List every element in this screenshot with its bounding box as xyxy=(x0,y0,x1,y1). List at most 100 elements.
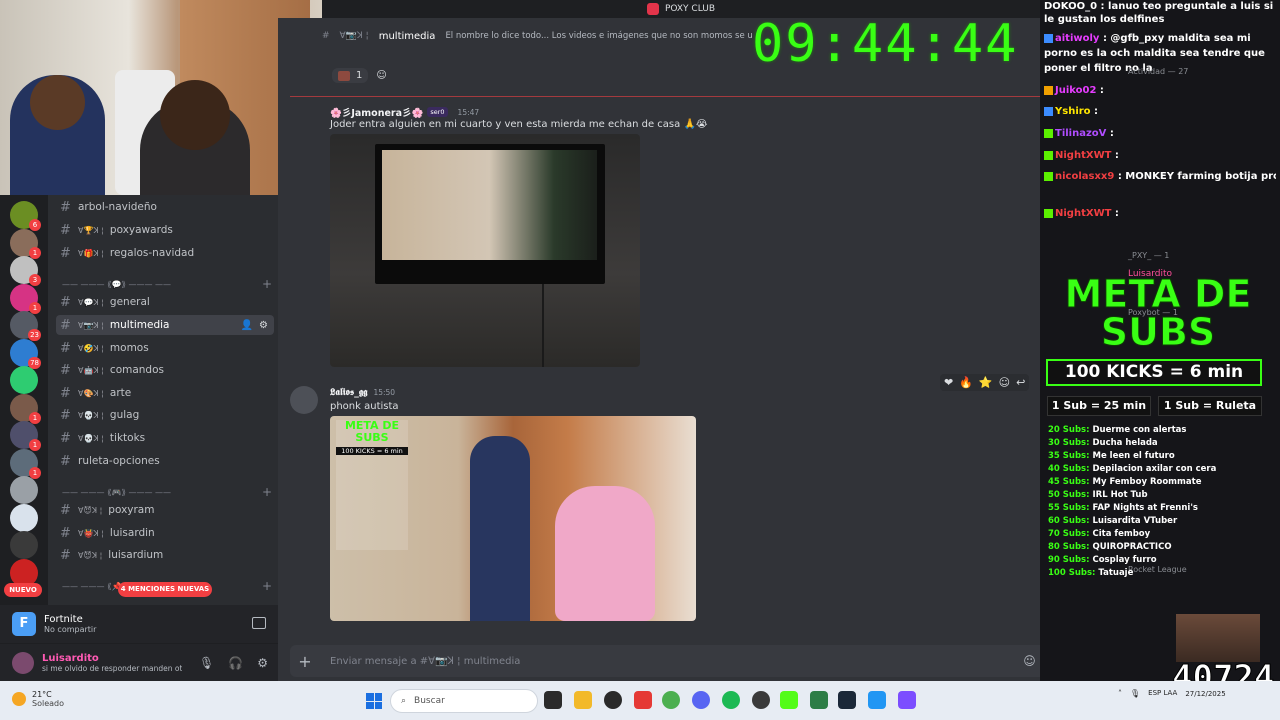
server-badge: 1 xyxy=(29,466,41,479)
server-icon[interactable] xyxy=(10,366,38,394)
app-icon[interactable] xyxy=(868,691,886,709)
date-label[interactable]: 27/12/2025 xyxy=(1185,690,1225,698)
kick-icon[interactable] xyxy=(780,691,798,709)
overlay-chat-user: nicolasxx9 xyxy=(1055,171,1115,182)
server-icon[interactable]: 1 xyxy=(10,228,41,259)
channel-topic[interactable]: El nombre lo dice todo... Los videos e i… xyxy=(445,31,752,41)
add-reaction-icon[interactable]: ☺ xyxy=(999,376,1010,389)
star-reaction-icon[interactable]: ⭐ xyxy=(979,376,993,389)
screen-share-icon[interactable] xyxy=(252,617,266,629)
reply-icon[interactable]: ↩ xyxy=(1016,376,1025,389)
server-icon[interactable]: 1 xyxy=(10,448,41,479)
avatar[interactable] xyxy=(290,386,318,414)
task-view-icon[interactable] xyxy=(544,691,562,709)
add-channel-icon[interactable]: + xyxy=(262,485,272,499)
channel-luisardium[interactable]: # ꓯ😈ꓘ ¦ luisardium xyxy=(56,545,274,565)
message-hover-toolbar: ❤ 🔥 ⭐ ☺ ↩ xyxy=(940,374,1030,391)
app-icon[interactable] xyxy=(604,691,622,709)
steam-icon[interactable] xyxy=(838,691,856,709)
hash-icon: # xyxy=(60,294,71,310)
server-icon[interactable]: 23 xyxy=(10,311,41,341)
fortnite-icon: F xyxy=(12,612,36,636)
avatar[interactable] xyxy=(12,651,34,674)
hash-icon: # xyxy=(60,502,71,518)
channel-multimedia[interactable]: # ꓯ📷ꓘ ¦ multimedia 👤 ⚙ xyxy=(56,315,274,335)
message-header: 🌸彡Jamonera彡🌸 ser0 15:47 xyxy=(330,105,479,119)
app-icon[interactable] xyxy=(634,691,652,709)
overlay-chat-line: NightXWT : xyxy=(1044,150,1276,161)
channel-arte[interactable]: # ꓯ🎨ꓘ ¦ arte xyxy=(56,383,274,403)
channel-comandos[interactable]: # ꓯ🤖ꓘ ¦ comandos xyxy=(56,360,274,380)
activity-panel: F Fortnite No compartir xyxy=(0,605,278,643)
sheets-icon[interactable] xyxy=(810,691,828,709)
message-image[interactable]: META DE SUBS 100 KICKS = 6 min xyxy=(330,416,696,621)
channel-gulag[interactable]: # ꓯ💀ꓘ ¦ gulag xyxy=(56,405,274,425)
fire-reaction-icon[interactable]: 🔥 xyxy=(959,376,973,389)
taskbar-search[interactable]: ⌕ Buscar xyxy=(390,689,538,713)
server-icon[interactable]: 3 xyxy=(10,256,41,286)
category-header[interactable]: —— ——— ⟪🎮⟫ ——— —— + xyxy=(62,485,272,499)
message-image[interactable] xyxy=(330,134,640,367)
server-icon[interactable]: 78 xyxy=(10,338,41,369)
add-channel-icon[interactable]: + xyxy=(262,277,272,291)
reaction-pill[interactable]: 1 xyxy=(332,68,369,83)
channel-poxyawards[interactable]: # ꓯ🏆ꓘ ¦ poxyawards xyxy=(56,220,274,240)
webcam-person-left-head xyxy=(30,75,85,130)
category-header[interactable]: —— ——— ⟪💬⟫ ——— —— + xyxy=(62,277,272,291)
overlay-chat-text: : xyxy=(1109,128,1114,139)
file-explorer-icon[interactable] xyxy=(574,691,592,709)
discord-icon[interactable] xyxy=(692,691,710,709)
channel-prefix: ꓯ🏆ꓘ ¦ xyxy=(78,225,104,235)
chevron-up-icon[interactable]: ˄ xyxy=(1118,689,1122,698)
new-mentions-pill[interactable]: 4 MENCIONES NUEVAS xyxy=(118,582,212,597)
message-text: Joder entra alguien en mi cuarto y ven e… xyxy=(330,119,708,130)
message-author[interactable]: 🌸彡Jamonera彡🌸 xyxy=(330,105,423,119)
server-icon[interactable] xyxy=(10,531,38,559)
obs-icon[interactable] xyxy=(752,691,770,709)
invite-icon[interactable]: 👤 xyxy=(241,320,253,331)
heart-reaction-icon[interactable]: ❤ xyxy=(944,376,953,389)
message-author[interactable]: 𝕷𝖆𝖑𝖎𝖔𝖘_𝖌𝖌 xyxy=(330,387,367,398)
microphone-icon[interactable]: 🎙 xyxy=(1130,689,1140,698)
hash-icon: # xyxy=(60,430,71,446)
server-icon[interactable]: 1 xyxy=(10,283,41,314)
channel-momos[interactable]: # ꓯ🤣ꓘ ¦ momos xyxy=(56,338,274,358)
channel-poxyram[interactable]: # ꓯ😈ꓘ ¦ poxyram xyxy=(56,500,274,520)
badge-icon xyxy=(1044,171,1053,181)
gear-icon[interactable]: ⚙ xyxy=(257,656,268,670)
language-indicator[interactable]: ESP LAA xyxy=(1148,689,1177,698)
channel-regalos[interactable]: # ꓯ🎁ꓘ ¦ regalos-navidad xyxy=(56,243,274,263)
server-icon[interactable] xyxy=(10,503,38,532)
server-icon[interactable] xyxy=(10,476,38,504)
headphones-icon[interactable]: 🎧 xyxy=(228,656,243,670)
add-reaction-icon[interactable]: ☺ xyxy=(376,70,386,81)
server-icon[interactable]: 6 xyxy=(10,201,41,231)
windows-start-icon[interactable] xyxy=(366,693,382,709)
gear-icon[interactable]: ⚙ xyxy=(259,320,268,331)
kicks-rate: 100 KICKS = 6 min xyxy=(1046,359,1262,386)
microphone-icon[interactable]: 🎙 xyxy=(199,656,214,670)
hash-icon: # xyxy=(60,340,71,356)
add-channel-icon[interactable]: + xyxy=(262,579,272,593)
server-icon[interactable]: 1 xyxy=(10,393,41,424)
weather-widget[interactable]: 21°C Soleado xyxy=(12,690,64,708)
spotify-icon[interactable] xyxy=(722,691,740,709)
server-icon[interactable]: 1 xyxy=(10,421,41,451)
app-icon[interactable] xyxy=(898,691,916,709)
channel-prefix: ꓯ💬ꓘ ¦ xyxy=(78,297,104,307)
channel-prefix: ꓯ😈ꓘ ¦ xyxy=(78,550,103,560)
emoji-icon[interactable]: ☺ xyxy=(1023,654,1036,668)
badge-icon xyxy=(1044,33,1053,43)
message-input[interactable] xyxy=(320,655,1024,667)
chrome-icon[interactable] xyxy=(662,691,680,709)
goal-item: 90 Subs: Cosplay furro xyxy=(1048,555,1157,565)
channel-tiktoks[interactable]: # ꓯ💀ꓘ ¦ tiktoks xyxy=(56,428,274,448)
channel-ruleta[interactable]: # ruleta-opciones xyxy=(56,451,274,471)
new-servers-badge[interactable]: NUEVO xyxy=(4,583,42,597)
goal-item: 20 Subs: Duerme con alertas xyxy=(1048,425,1187,435)
attach-plus-icon[interactable]: + xyxy=(290,652,320,671)
overlay-chat-user: aitiwoly xyxy=(1055,33,1100,44)
channel-luisardin[interactable]: # ꓯ👹ꓘ ¦ luisardin xyxy=(56,523,274,543)
channel-general[interactable]: # ꓯ💬ꓘ ¦ general xyxy=(56,292,274,312)
channel-arbol[interactable]: # arbol-navideño xyxy=(56,197,274,217)
